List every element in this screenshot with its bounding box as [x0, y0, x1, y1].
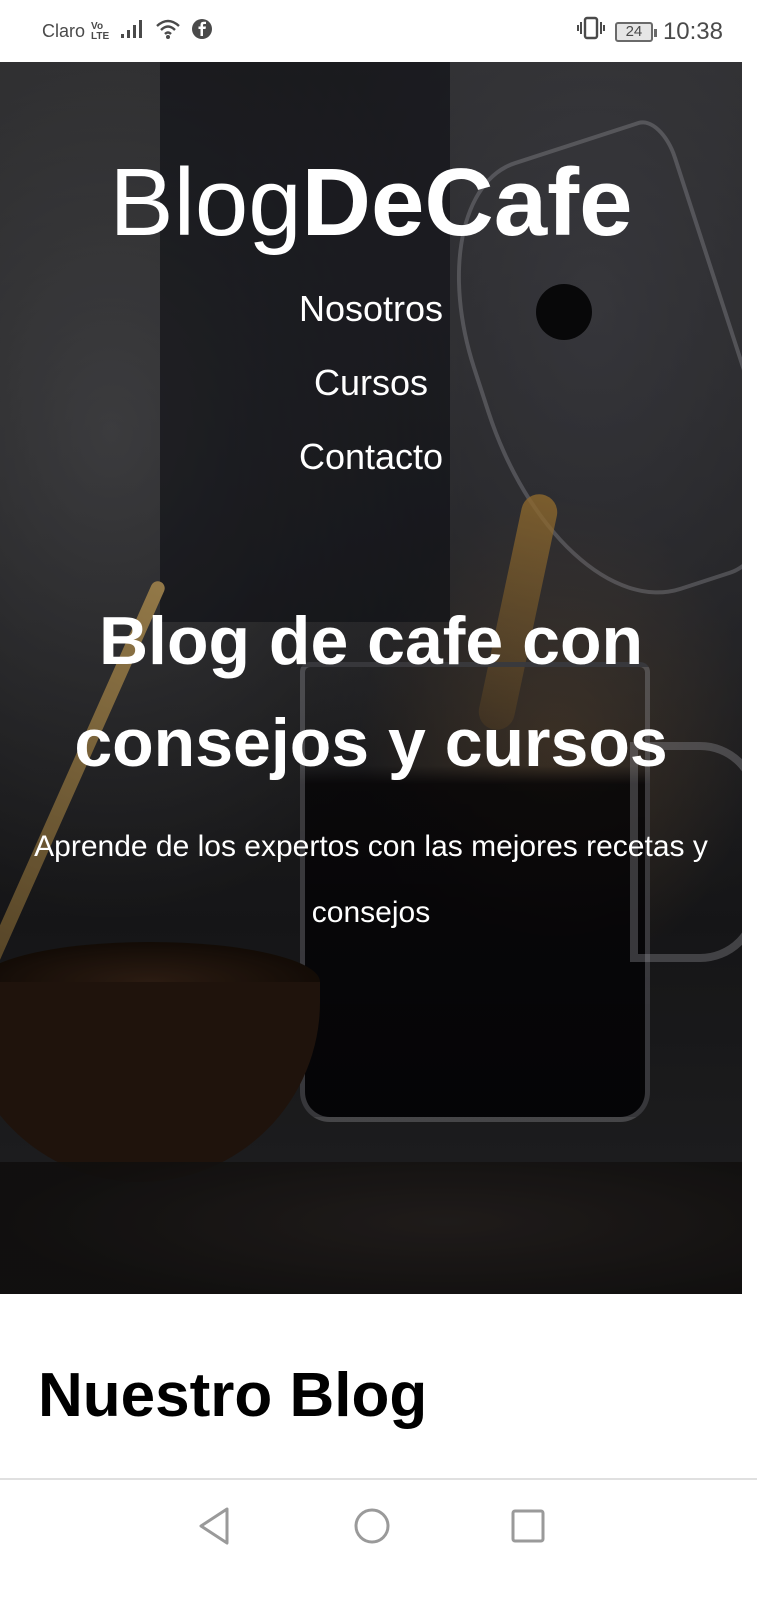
nav-link-cursos[interactable]: Cursos: [0, 346, 742, 420]
page-right-edge: [742, 62, 757, 1478]
status-bar: Claro Vo LTE 24 10:38: [0, 0, 757, 62]
nav-link-nosotros[interactable]: Nosotros: [0, 272, 742, 346]
signal-icon: [119, 19, 145, 44]
home-icon[interactable]: [352, 1506, 392, 1546]
hero-subheading: Aprende de los expertos con las mejores …: [34, 830, 708, 929]
blog-heading: Nuestro Blog: [38, 1361, 428, 1430]
status-left: Claro Vo LTE: [42, 18, 213, 45]
site-logo-title[interactable]: BlogDeCafe: [0, 150, 742, 256]
carrier-name: Claro: [42, 21, 86, 41]
site-title-regular: Blog: [109, 149, 302, 256]
battery-icon: 24: [614, 21, 657, 42]
nav-link-contacto[interactable]: Contacto: [0, 420, 742, 494]
vibrate-icon: [576, 16, 605, 47]
site-title-bold: DeCafe: [301, 149, 633, 256]
status-right: 24 10:38: [576, 16, 723, 47]
volte-indicator: Vo LTE: [91, 20, 110, 42]
battery-level: 24: [625, 23, 643, 40]
hero-heading: Blog de cafe con consejos y cursos: [74, 603, 668, 781]
blog-section: Nuestro Blog: [0, 1294, 742, 1478]
hero-section: BlogDeCafe Nosotros Cursos Contacto Blog…: [0, 62, 742, 1294]
wifi-icon: [155, 18, 181, 45]
back-icon[interactable]: [194, 1506, 234, 1546]
clock: 10:38: [662, 17, 723, 45]
facebook-icon: [191, 18, 213, 45]
volte-top: Vo: [91, 20, 104, 32]
volte-bottom: LTE: [91, 30, 110, 42]
system-navigation-bar: [0, 1478, 757, 1600]
recent-apps-icon[interactable]: [508, 1506, 548, 1546]
main-nav: Nosotros Cursos Contacto: [0, 272, 742, 494]
